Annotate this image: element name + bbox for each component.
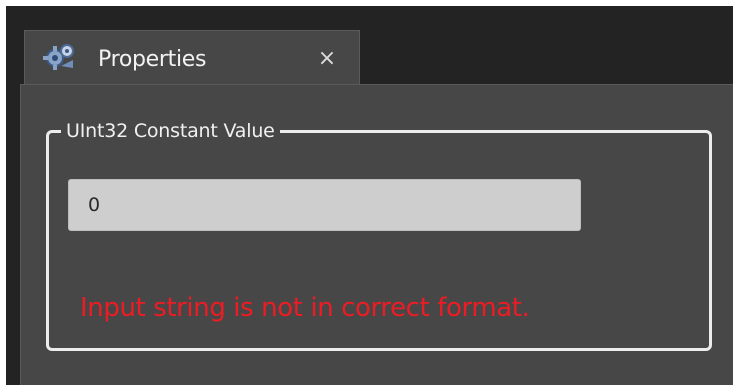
group-legend: UInt32 Constant Value xyxy=(61,118,280,144)
properties-gear-icon xyxy=(43,42,77,72)
tab-properties[interactable]: Properties × xyxy=(24,30,360,85)
tab-title: Properties xyxy=(98,47,207,72)
validation-error-message: Input string is not in correct format. xyxy=(80,293,530,323)
constant-value-input[interactable] xyxy=(68,179,581,231)
close-icon[interactable]: × xyxy=(313,45,341,73)
